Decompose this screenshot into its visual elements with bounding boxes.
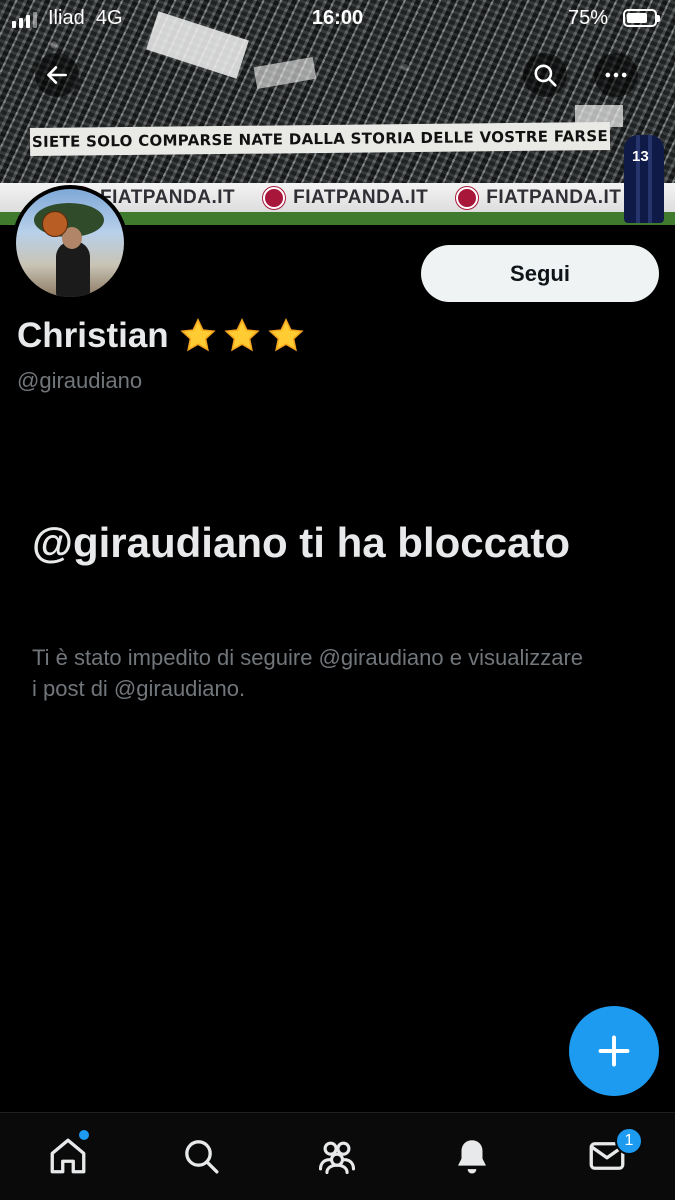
bottom-tab-bar [0, 1112, 675, 1200]
compose-post-button[interactable] [569, 1006, 659, 1096]
more-horizontal-icon [605, 72, 627, 78]
search-profile-button[interactable] [523, 53, 567, 97]
fiat-logo-icon [263, 187, 286, 209]
emoji-stars [179, 317, 305, 355]
search-icon [534, 64, 557, 87]
battery-icon [623, 9, 660, 27]
tab-notifications[interactable] [449, 1133, 495, 1179]
communities-icon [318, 1141, 356, 1175]
player-number: 13 [632, 148, 649, 165]
messages-badge: 1 [615, 1127, 643, 1155]
blocked-description: Ti è stato impedito di seguire @giraudia… [32, 645, 584, 701]
arrow-left-icon [47, 66, 67, 84]
ad-text: FIATPANDA.IT [486, 187, 622, 208]
star-emoji-icon [180, 317, 216, 352]
search-icon [185, 1140, 219, 1174]
profile-handle: @giraudiano [17, 368, 143, 393]
blocked-title: @giraudiano ti ha bloccato [32, 519, 571, 566]
back-button[interactable] [35, 53, 79, 97]
ad-board: FIATPANDA.IT [456, 187, 621, 209]
status-bar: Iliad 4G 16:00 75% [0, 0, 675, 38]
banner-fan-banner: SIETE SOLO COMPARSE NATE DALLA STORIA DE… [29, 121, 611, 157]
basketball-graphic [42, 211, 68, 237]
display-name-text: Christian [17, 316, 169, 355]
home-icon [50, 1138, 86, 1174]
fiat-logo-icon [456, 187, 479, 209]
plus-icon [598, 1035, 630, 1067]
bell-icon [458, 1140, 486, 1174]
profile-display-name: Christian [17, 316, 305, 356]
ad-text: FIATPANDA.IT [293, 187, 429, 208]
more-options-button[interactable] [594, 53, 638, 97]
star-emoji-icon [268, 317, 304, 352]
star-emoji-icon [224, 317, 260, 352]
banner-fan-text: SIETE SOLO COMPARSE NATE DALLA STORIA DE… [31, 126, 609, 152]
profile-avatar[interactable] [12, 185, 128, 301]
tab-explore[interactable] [178, 1133, 224, 1179]
tab-communities[interactable] [314, 1133, 360, 1179]
ad-board: FIATPANDA.IT [263, 187, 428, 209]
follow-button[interactable]: Segui [421, 245, 659, 302]
ad-text: FIATPANDA.IT [100, 187, 236, 208]
banner-flag-graphic [253, 56, 317, 90]
home-unread-dot [79, 1130, 89, 1140]
battery-percent: 75% [568, 7, 609, 29]
